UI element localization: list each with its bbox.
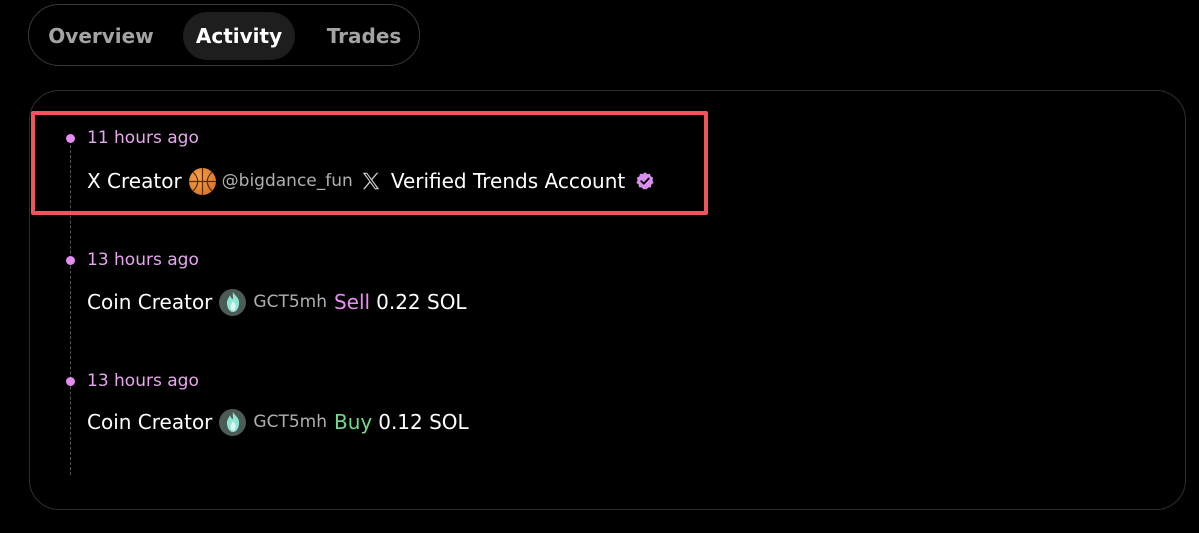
- trade-amount: 0.22 SOL: [376, 290, 467, 314]
- activity-time: 13 hours ago: [87, 250, 199, 270]
- buy-action: Buy: [333, 410, 373, 434]
- sell-action: Sell: [333, 290, 371, 314]
- tab-activity[interactable]: Activity: [183, 12, 295, 60]
- flame-avatar-icon: [219, 408, 247, 436]
- creator-handle-link[interactable]: GCT5mh: [253, 292, 327, 312]
- activity-label: Coin Creator: [87, 290, 213, 314]
- activity-time: 13 hours ago: [87, 371, 199, 391]
- timeline-dot: [66, 377, 75, 386]
- timeline-dot: [66, 256, 75, 265]
- tab-trades[interactable]: Trades: [313, 12, 415, 60]
- tab-overview[interactable]: Overview: [35, 12, 167, 60]
- trade-amount: 0.12 SOL: [378, 410, 469, 434]
- activity-item: Coin Creator GCT5mh Buy 0.12 SOL: [87, 407, 469, 437]
- tab-bar: Overview Activity Trades: [28, 4, 420, 66]
- flame-avatar-icon: [219, 288, 247, 316]
- creator-handle-link[interactable]: GCT5mh: [253, 412, 327, 432]
- highlight-box: [31, 111, 708, 215]
- activity-label: Coin Creator: [87, 410, 213, 434]
- activity-item: Coin Creator GCT5mh Sell 0.22 SOL: [87, 287, 467, 317]
